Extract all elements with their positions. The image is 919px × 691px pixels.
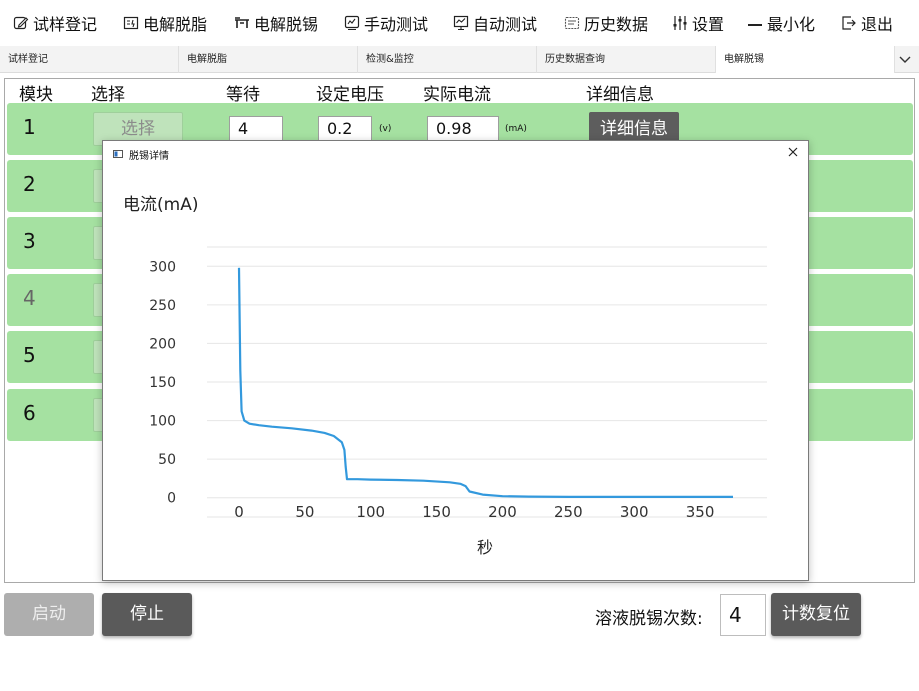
toolbar-sample-register[interactable]: 试样登记 xyxy=(12,0,97,46)
dialog-title: 脱锡详情 xyxy=(129,151,169,162)
exit-icon xyxy=(840,14,858,32)
y-tick-label: 0 xyxy=(167,491,176,507)
header-actual-current: 实际电流 xyxy=(423,85,491,105)
x-tick-label: 200 xyxy=(488,503,517,521)
header-select: 选择 xyxy=(91,85,125,105)
tab-electro-degrease[interactable]: 电解脱脂 xyxy=(179,46,358,73)
y-tick-label: 100 xyxy=(149,414,176,430)
table-header: 模块 选择 等待 设定电压 实际电流 详细信息 xyxy=(5,79,916,105)
toolbar-manual-test[interactable]: 手动测试 xyxy=(343,0,428,46)
x-tick-label: 100 xyxy=(356,503,385,521)
top-toolbar: 试样登记 电解脱脂 电解脱锡 手动测试 自动测试 历史数据 设置 最小化 退出 xyxy=(0,0,919,46)
current-chart: 0 50 100 150 200 250 300 0 50 100 150 200 250 300 350… xyxy=(123,195,767,557)
current-unit: (mA) xyxy=(505,124,527,134)
x-tick-label: 350 xyxy=(686,503,715,521)
minimize-icon xyxy=(746,14,764,32)
tab-electro-detin[interactable]: 电解脱锡 xyxy=(716,46,895,73)
module-number: 6 xyxy=(23,401,36,425)
detin-count-field: 4 xyxy=(720,594,766,636)
x-tick-label: 150 xyxy=(422,503,451,521)
tab-bar: 试样登记 电解脱脂 检测&监控 历史数据查询 电解脱锡 xyxy=(0,46,919,73)
auto-test-icon xyxy=(452,14,470,32)
tab-history-query[interactable]: 历史数据查询 xyxy=(537,46,716,73)
chevron-down-icon[interactable] xyxy=(897,51,913,67)
history-icon xyxy=(563,14,581,32)
y-tick-label: 250 xyxy=(149,298,176,314)
header-set-voltage: 设定电压 xyxy=(316,85,384,105)
module-number: 4 xyxy=(23,286,36,310)
toolbar-electro-detin[interactable]: 电解脱锡 xyxy=(233,0,318,46)
wait-input[interactable]: 4 xyxy=(229,116,283,142)
toolbar-history-data[interactable]: 历史数据 xyxy=(563,0,648,46)
detin-detail-dialog: 脱锡详情 0 50 100 150 200 250 300 0 50 100 150 200 250 3… xyxy=(102,140,809,581)
edit-icon xyxy=(12,14,30,32)
module-number: 2 xyxy=(23,172,36,196)
tab-inspect-monitor[interactable]: 检测&监控 xyxy=(358,46,537,73)
set-voltage-input[interactable]: 0.2 xyxy=(318,116,372,142)
voltage-unit: (v) xyxy=(379,124,392,134)
y-tick-label: 50 xyxy=(158,452,176,468)
toolbar-auto-test[interactable]: 自动测试 xyxy=(452,0,537,46)
y-tick-label: 150 xyxy=(149,375,176,391)
x-tick-label: 300 xyxy=(620,503,649,521)
header-module: 模块 xyxy=(19,85,53,105)
header-wait: 等待 xyxy=(226,85,260,105)
settings-sliders-icon xyxy=(671,14,689,32)
x-tick-label: 0 xyxy=(234,503,244,521)
tin-icon xyxy=(233,14,251,32)
dialog-title-bar: 脱锡详情 xyxy=(103,141,808,167)
y-axis-label: 电流(mA) xyxy=(123,195,198,215)
module-number: 5 xyxy=(23,343,36,367)
manual-test-icon xyxy=(343,14,361,32)
tab-sample-register[interactable]: 试样登记 xyxy=(0,46,179,73)
electrolysis-icon xyxy=(122,14,140,32)
y-tick-label: 200 xyxy=(149,336,176,352)
toolbar-minimize[interactable]: 最小化 xyxy=(746,0,815,46)
stop-button[interactable]: 停止 xyxy=(102,593,192,636)
count-reset-button[interactable]: 计数复位 xyxy=(771,593,861,636)
toolbar-exit[interactable]: 退出 xyxy=(840,0,893,46)
close-icon[interactable] xyxy=(786,145,800,159)
start-button[interactable]: 启动 xyxy=(4,593,94,636)
header-details: 详细信息 xyxy=(586,85,654,105)
module-number: 3 xyxy=(23,229,36,253)
actual-current-field: 0.98 xyxy=(427,116,499,142)
module-number: 1 xyxy=(23,115,36,139)
toolbar-settings[interactable]: 设置 xyxy=(671,0,724,46)
detin-count-label: 溶液脱锡次数: xyxy=(595,609,703,629)
window-icon xyxy=(113,150,123,158)
x-axis-label: 秒 xyxy=(477,538,493,557)
y-tick-label: 300 xyxy=(149,259,176,275)
x-tick-label: 250 xyxy=(554,503,583,521)
x-tick-label: 50 xyxy=(295,503,314,521)
toolbar-electro-degrease[interactable]: 电解脱脂 xyxy=(122,0,207,46)
